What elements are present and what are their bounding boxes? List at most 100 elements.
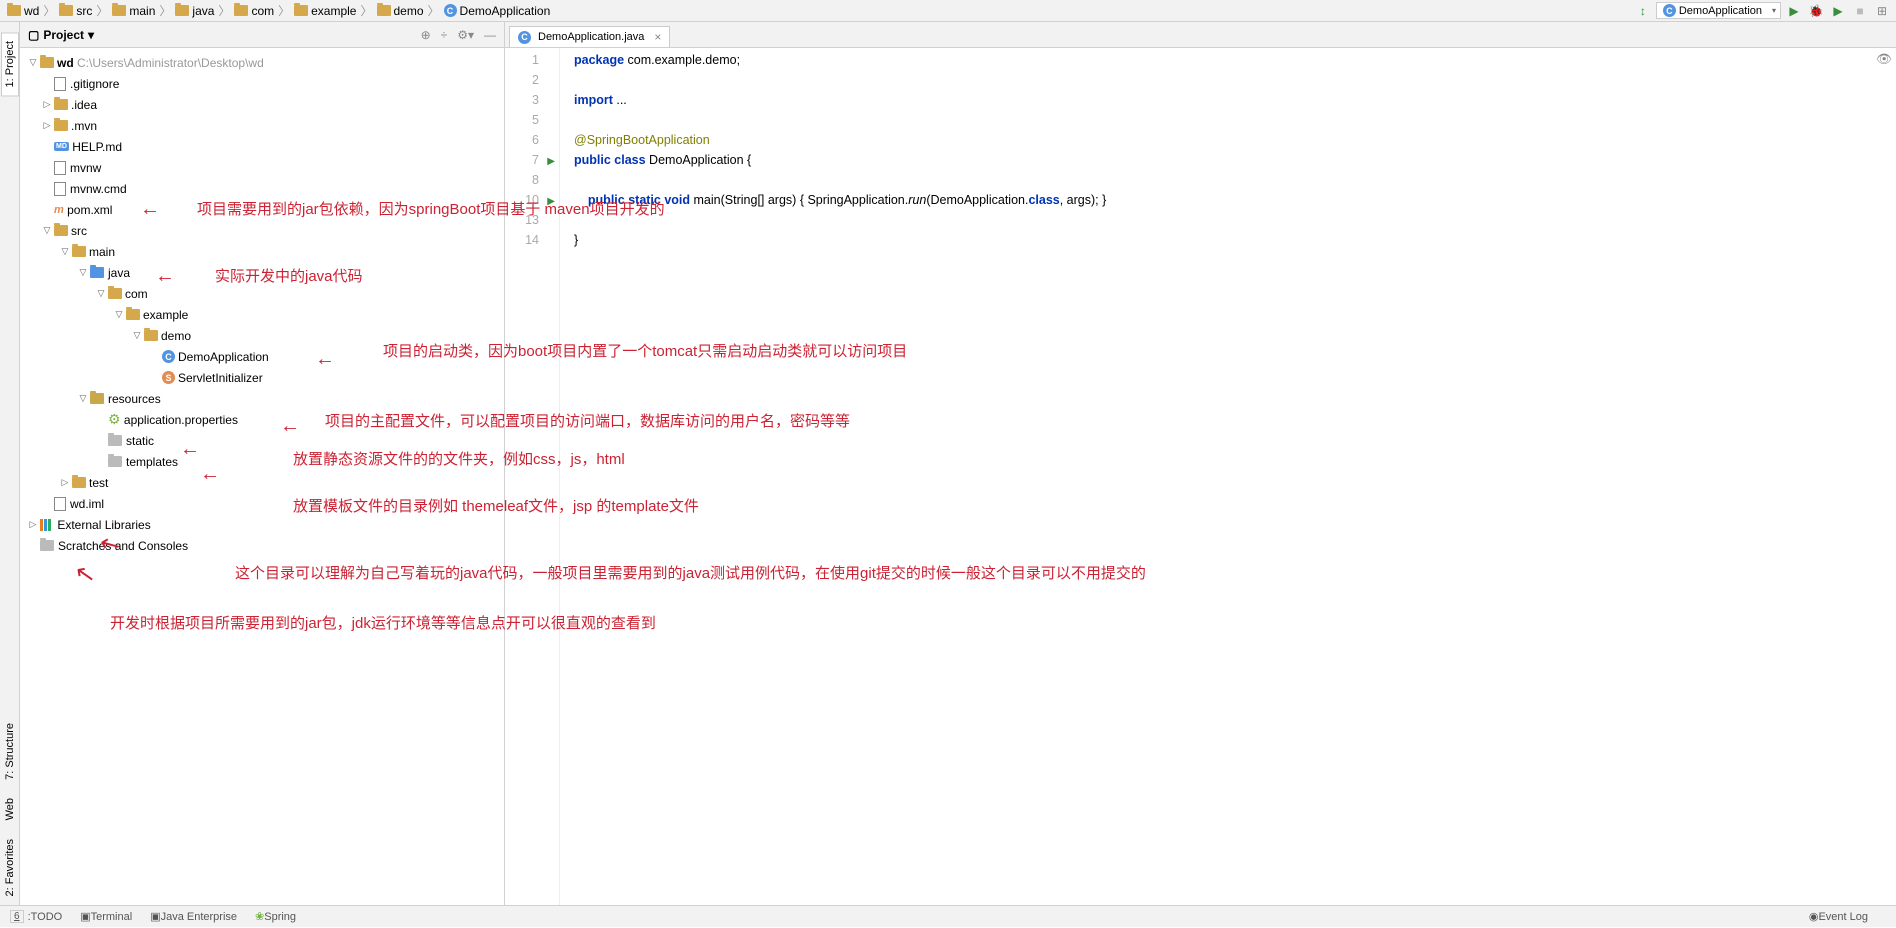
tree-src[interactable]: ▽src [20, 220, 504, 241]
run-line-icon[interactable]: ▶ [547, 192, 555, 212]
breadcrumb-example[interactable]: example [292, 4, 358, 18]
folder-icon [108, 288, 122, 299]
breadcrumb-wd[interactable]: wd [5, 4, 41, 18]
status-todo[interactable]: 6: TODO [10, 910, 62, 923]
breadcrumb-com[interactable]: com [232, 4, 276, 18]
tree-servlet-init[interactable]: ·ServletInitializer [20, 367, 504, 388]
folder-icon [54, 99, 68, 110]
project-tree[interactable]: ▽wd C:\Users\Administrator\Desktop\wd ·.… [20, 48, 504, 905]
folder-icon [108, 456, 122, 467]
tree-help[interactable]: ·MD HELP.md [20, 136, 504, 157]
collapse-all-icon[interactable]: ÷ [441, 28, 448, 42]
tree-java[interactable]: ▽java [20, 262, 504, 283]
tree-gitignore[interactable]: ·.gitignore [20, 73, 504, 94]
folder-icon [59, 5, 73, 16]
folder-icon [72, 246, 86, 257]
breadcrumb-src[interactable]: src [57, 4, 94, 18]
breadcrumb: wd〉 src〉 main〉 java〉 com〉 example〉 demo〉… [0, 0, 1896, 22]
tree-static[interactable]: ·static [20, 430, 504, 451]
project-panel: ▢ Project ▾ ⊕ ÷ ⚙▾ — ▽wd C:\Users\Admini… [20, 22, 505, 905]
inspections-icon[interactable]: 👁 [1876, 52, 1892, 68]
folder-icon [112, 5, 126, 16]
tree-test[interactable]: ▷test [20, 472, 504, 493]
panel-title[interactable]: ▢ Project ▾ [28, 28, 94, 42]
props-icon: ⚙ [108, 411, 121, 428]
gear-icon[interactable]: ⚙▾ [457, 28, 474, 42]
folder-icon [7, 5, 21, 16]
breadcrumb-main[interactable]: main [110, 4, 157, 18]
run-line-icon[interactable]: ▶ [547, 152, 555, 172]
breadcrumb-demo[interactable]: demo [375, 4, 426, 18]
coverage-button[interactable]: ▶ [1829, 2, 1847, 20]
tree-demo[interactable]: ▽demo [20, 325, 504, 346]
breadcrumb-java[interactable]: java [173, 4, 216, 18]
md-icon: MD [54, 142, 69, 151]
tree-pom[interactable]: ·m pom.xml [20, 199, 504, 220]
tree-app-props[interactable]: ·⚙ application.properties [20, 409, 504, 430]
sidebar-tab-project[interactable]: 1: Project [1, 32, 19, 96]
tree-example[interactable]: ▽example [20, 304, 504, 325]
status-java-ent[interactable]: ▣ Java Enterprise [150, 910, 237, 923]
tree-wdiml[interactable]: ·wd.iml [20, 493, 504, 514]
tree-templates[interactable]: ·templates [20, 451, 504, 472]
run-config-select[interactable]: DemoApplication [1656, 2, 1781, 19]
debug-button[interactable]: 🐞 [1807, 2, 1825, 20]
breadcrumb-class[interactable]: DemoApplication [442, 4, 553, 18]
code-editor[interactable]: 👁 1 2 3 5 6 7▶ 8 10▶ 13 14 package com.e… [505, 48, 1896, 905]
editor-area: DemoApplication.java× 👁 1 2 3 5 6 7▶ 8 1… [505, 22, 1896, 905]
tree-root[interactable]: ▽wd C:\Users\Administrator\Desktop\wd [20, 52, 504, 73]
tree-main[interactable]: ▽main [20, 241, 504, 262]
class-icon [162, 371, 175, 384]
tree-scratches[interactable]: ·Scratches and Consoles [20, 535, 504, 556]
status-spring[interactable]: ❀ Spring [255, 910, 296, 923]
sidebar-tab-favorites[interactable]: 2: Favorites [1, 830, 19, 905]
class-icon [518, 31, 531, 44]
library-icon [40, 519, 54, 531]
folder-icon [126, 309, 140, 320]
folder-icon [54, 225, 68, 236]
tree-demo-app[interactable]: ·DemoApplication [20, 346, 504, 367]
source-folder-icon [90, 267, 104, 278]
class-icon [162, 350, 175, 363]
folder-icon [108, 435, 122, 446]
left-tool-strip: 1: Project 7: Structure Web 2: Favorites [0, 22, 20, 905]
sidebar-tab-structure[interactable]: 7: Structure [1, 714, 19, 789]
class-icon [1663, 4, 1676, 17]
scroll-from-source-icon[interactable]: ⊕ [421, 28, 431, 42]
status-event-log[interactable]: ◉ Event Log [1809, 910, 1868, 923]
folder-icon [377, 5, 391, 16]
folder-icon [72, 477, 86, 488]
status-bar: 6: TODO ▣ Terminal ▣ Java Enterprise ❀ S… [0, 905, 1896, 927]
folder-icon [175, 5, 189, 16]
close-icon[interactable]: × [654, 30, 661, 44]
folder-icon [40, 540, 54, 551]
editor-tab[interactable]: DemoApplication.java× [509, 26, 670, 47]
tree-ext-libs[interactable]: ▷ External Libraries [20, 514, 504, 535]
resource-folder-icon [90, 393, 104, 404]
file-icon [54, 77, 66, 91]
tree-resources[interactable]: ▽resources [20, 388, 504, 409]
folder-icon [40, 57, 54, 68]
hide-icon[interactable]: — [484, 28, 496, 42]
tree-mvnwcmd[interactable]: ·mvnw.cmd [20, 178, 504, 199]
sync-icon[interactable]: ↕ [1634, 2, 1652, 20]
stop-button[interactable]: ■ [1851, 2, 1869, 20]
folder-icon [54, 120, 68, 131]
tree-mvnw[interactable]: ·mvnw [20, 157, 504, 178]
folder-icon [144, 330, 158, 341]
folder-icon [234, 5, 248, 16]
class-icon [444, 4, 457, 17]
tree-mvn[interactable]: ▷.mvn [20, 115, 504, 136]
file-icon [54, 161, 66, 175]
sidebar-tab-web[interactable]: Web [1, 789, 19, 829]
tree-com[interactable]: ▽com [20, 283, 504, 304]
file-icon [54, 182, 66, 196]
file-icon [54, 497, 66, 511]
folder-icon [294, 5, 308, 16]
status-terminal[interactable]: ▣ Terminal [80, 910, 132, 923]
run-button[interactable]: ▶ [1785, 2, 1803, 20]
maven-icon: m [54, 204, 64, 216]
layout-button[interactable]: ⊞ [1873, 2, 1891, 20]
code-content[interactable]: package com.example.demo; import ... @Sp… [560, 48, 1896, 905]
tree-idea[interactable]: ▷.idea [20, 94, 504, 115]
